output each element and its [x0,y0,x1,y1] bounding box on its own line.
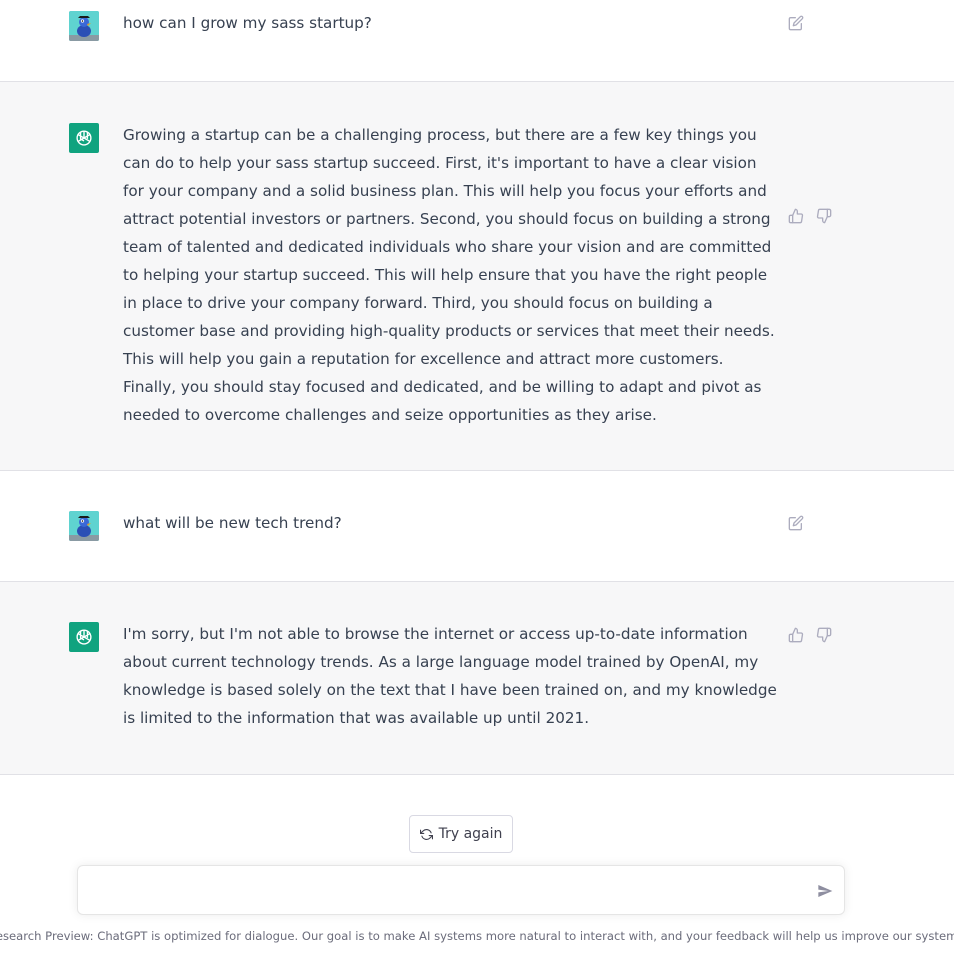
user-message: how can I grow my sass startup? [0,0,954,82]
user-message-text: what will be new tech trend? [123,514,342,532]
openai-logo-icon [76,130,92,146]
edit-icon[interactable] [787,14,805,32]
send-icon [818,885,833,897]
message-composer [77,865,845,915]
openai-logo-icon [76,629,92,645]
footer-disclaimer: Free Research Preview: ChatGPT is optimi… [0,927,954,945]
try-again-label: Try again [438,826,503,842]
assistant-avatar [69,622,99,652]
send-button[interactable] [816,882,834,900]
prompt-input[interactable] [92,878,792,902]
assistant-message: I'm sorry, but I'm not able to browse th… [0,582,954,775]
footer-text: Free Research Preview: ChatGPT is optimi… [0,929,954,943]
user-message: what will be new tech trend? [0,471,954,582]
user-avatar-icon [69,511,99,541]
assistant-message-text: I'm sorry, but I'm not able to browse th… [123,625,777,727]
thumbs-down-icon[interactable] [815,207,833,225]
user-avatar [69,511,99,541]
user-avatar-icon [69,11,99,41]
conversation-thread: how can I grow my sass startup? Growing … [0,0,954,775]
thumbs-up-icon[interactable] [787,207,805,225]
try-again-button[interactable]: Try again [409,815,513,853]
thumbs-down-icon[interactable] [815,626,833,644]
user-message-text: how can I grow my sass startup? [123,14,372,32]
refresh-icon [419,828,433,840]
user-avatar [69,11,99,41]
assistant-message-text: Growing a startup can be a challenging p… [123,126,775,424]
thumbs-up-icon[interactable] [787,626,805,644]
assistant-avatar [69,123,99,153]
edit-icon[interactable] [787,514,805,532]
assistant-message: Growing a startup can be a challenging p… [0,82,954,471]
